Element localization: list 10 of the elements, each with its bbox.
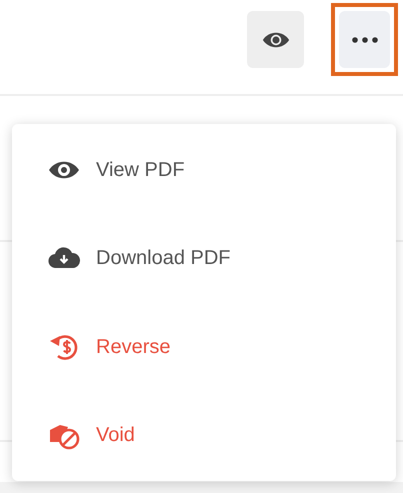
view-button[interactable] [247,11,304,68]
eye-icon [262,30,290,48]
cloud-download-icon [48,247,80,270]
menu-item[interactable]: View PDF [12,148,396,192]
more-icon [352,36,378,42]
more-button[interactable] [339,11,390,68]
eye-icon [48,160,80,180]
menu-item[interactable]: Download PDF [12,236,396,280]
menu-item[interactable]: Reverse [12,324,396,369]
menu-item[interactable]: Void [12,412,396,457]
